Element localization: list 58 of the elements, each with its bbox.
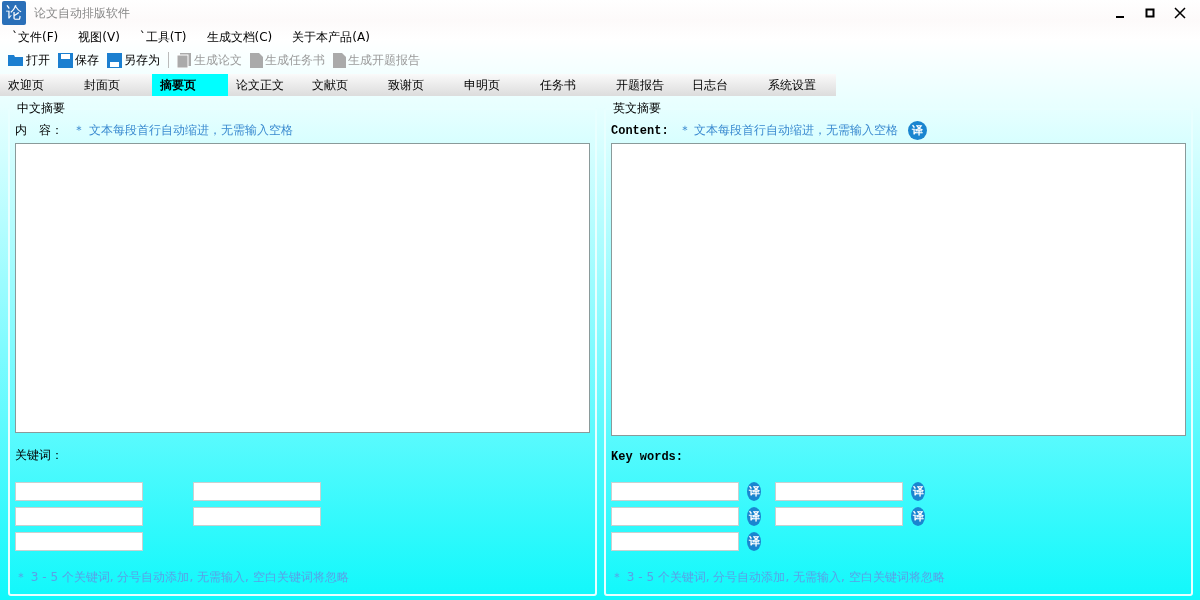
minimize-icon	[1116, 16, 1124, 18]
tab[interactable]: 系统设置	[760, 74, 836, 96]
menu-item[interactable]: 视图(V)	[78, 28, 120, 46]
field-label: Content:	[611, 123, 669, 138]
save-icon	[58, 52, 73, 68]
document-icon	[250, 52, 263, 68]
tab[interactable]: 申明页	[456, 74, 532, 96]
menu-item[interactable]: `文件(F)	[12, 28, 59, 46]
menu-item[interactable]: 生成文档(C)	[206, 28, 273, 46]
window-title: 论文自动排版软件	[34, 4, 131, 22]
field-label: Key words:	[611, 450, 684, 464]
close-icon	[1174, 7, 1186, 19]
menu-item[interactable]: 关于本产品(A)	[292, 28, 370, 46]
translate-button[interactable]: 译	[911, 482, 925, 501]
tab[interactable]: 开题报告	[608, 74, 684, 96]
tab[interactable]: 致谢页	[380, 74, 456, 96]
content-field[interactable]	[15, 142, 590, 433]
keyword-field[interactable]	[611, 532, 739, 551]
tab[interactable]: 论文正文	[228, 74, 304, 96]
tab[interactable]: 摘要页	[152, 74, 228, 96]
tab[interactable]: 文献页	[304, 74, 380, 96]
keyword-field[interactable]	[611, 482, 739, 501]
tab[interactable]: 任务书	[532, 74, 608, 96]
save-icon	[107, 52, 122, 68]
content-field[interactable]	[611, 142, 1186, 436]
hint-text: ＊ 文本每段首行自动缩进，无需输入空格	[678, 122, 899, 140]
translate-button[interactable]: 译	[747, 482, 761, 501]
folder-icon	[8, 53, 24, 67]
keyword-field[interactable]	[193, 507, 321, 526]
toolbar-button[interactable]: 另存为	[105, 51, 162, 69]
hint-text: ＊ 文本每段首行自动缩进，无需输入空格	[73, 122, 293, 140]
group-title: 中文摘要	[16, 100, 66, 117]
keyword-field[interactable]	[193, 482, 321, 501]
app-logo: 论	[2, 1, 26, 25]
documents-icon	[177, 52, 192, 68]
tab[interactable]: 欢迎页	[0, 74, 76, 96]
keyword-field[interactable]	[15, 482, 143, 501]
translate-button[interactable]: 译	[747, 532, 761, 551]
note-text: ＊ 3 - 5 个关键词, 分号自动添加, 无需输入, 空白关键词将忽略	[611, 569, 946, 586]
keyword-field[interactable]	[15, 507, 143, 526]
keyword-field[interactable]	[15, 532, 143, 551]
translate-button[interactable]: 译	[911, 507, 925, 526]
field-label: 关键词：	[15, 447, 64, 464]
tab[interactable]: 日志台	[684, 74, 760, 96]
toolbar-button[interactable]: 保存	[56, 51, 101, 69]
keyword-field[interactable]	[775, 507, 903, 526]
note-text: ＊ 3 - 5 个关键词, 分号自动添加, 无需输入, 空白关键词将忽略	[15, 569, 350, 586]
field-label: 内 容：	[15, 122, 63, 140]
maximize-icon	[1145, 8, 1155, 18]
keyword-field[interactable]	[775, 482, 903, 501]
toolbar-button[interactable]: 打开	[6, 51, 52, 69]
menu-item[interactable]: `工具(T)	[139, 28, 187, 46]
group-title: 英文摘要	[612, 100, 662, 117]
keyword-field[interactable]	[611, 507, 739, 526]
translate-button[interactable]: 译	[908, 121, 928, 141]
translate-button[interactable]: 译	[747, 507, 761, 526]
tab[interactable]: 封面页	[76, 74, 152, 96]
document-icon	[333, 52, 346, 68]
